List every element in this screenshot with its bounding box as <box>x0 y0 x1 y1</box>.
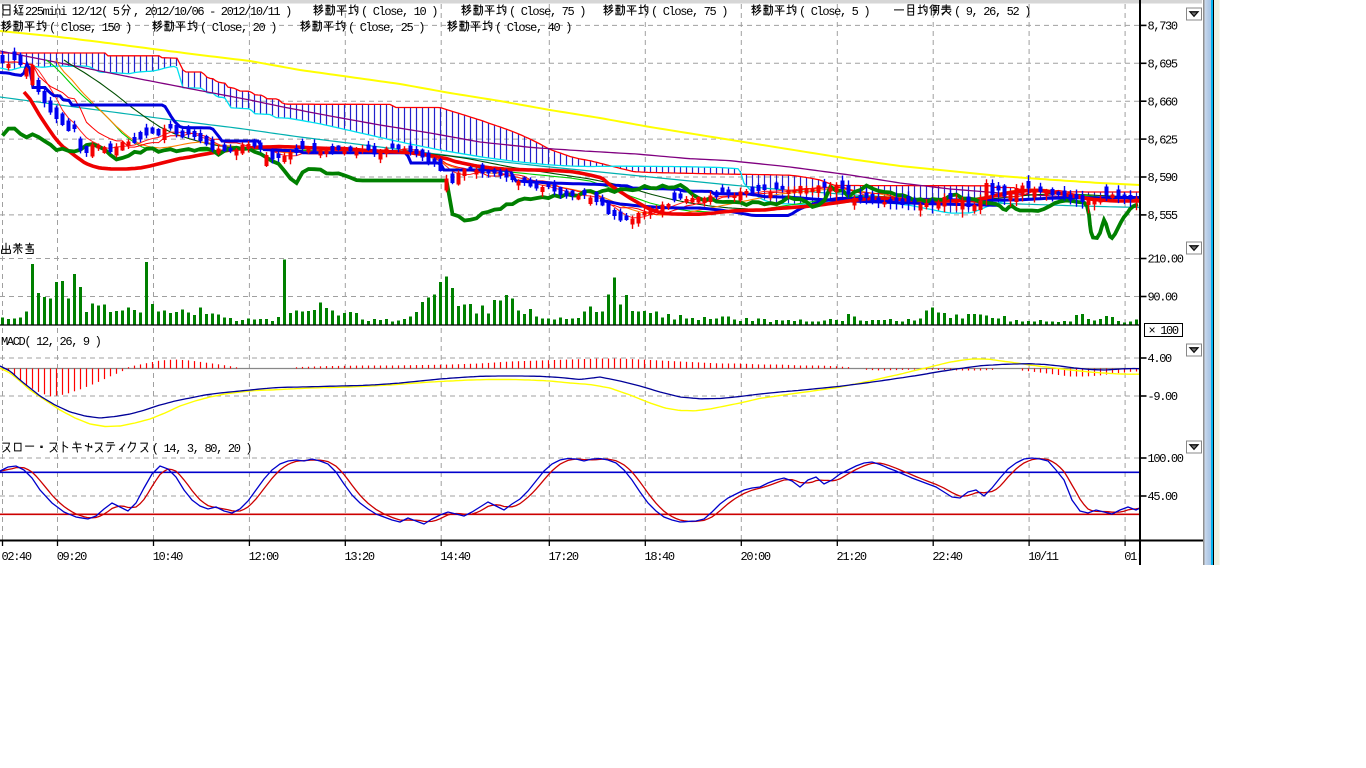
svg-text:( Close, 75 ): ( Close, 75 ) <box>651 5 727 19</box>
svg-text:( 14, 3, 80, 20 ): ( 14, 3, 80, 20 ) <box>152 442 252 456</box>
svg-text:8,625: 8,625 <box>1148 133 1178 147</box>
svg-text:( Close, 40 ): ( Close, 40 ) <box>495 21 571 35</box>
svg-text:4.00: 4.00 <box>1148 352 1173 366</box>
svg-text:10/11: 10/11 <box>1028 550 1058 564</box>
svg-text:20:00: 20:00 <box>741 550 771 564</box>
svg-text:8,555: 8,555 <box>1148 209 1178 223</box>
svg-text:( Close, 10 ): ( Close, 10 ) <box>361 5 437 19</box>
svg-text:45.00: 45.00 <box>1148 490 1178 504</box>
svg-text:14:40: 14:40 <box>440 550 470 564</box>
svg-text:13:20: 13:20 <box>345 550 375 564</box>
svg-text:( Close, 25 ): ( Close, 25 ) <box>348 21 424 35</box>
svg-text:8,730: 8,730 <box>1148 20 1178 34</box>
svg-text:( 9, 26, 52 ): ( 9, 26, 52 ) <box>954 5 1030 19</box>
svg-text:17:20: 17:20 <box>549 550 579 564</box>
svg-text:21:20: 21:20 <box>837 550 867 564</box>
svg-text:09:20: 09:20 <box>57 550 87 564</box>
svg-text:10:40: 10:40 <box>153 550 183 564</box>
svg-text:, 2012/10/06 - 2012/10/11 ): , 2012/10/06 - 2012/10/11 ) <box>133 5 291 19</box>
svg-text:8,590: 8,590 <box>1148 171 1178 185</box>
svg-text:( Close, 5 ): ( Close, 5 ) <box>799 5 869 19</box>
svg-text:( Close, 150 ): ( Close, 150 ) <box>49 21 131 35</box>
svg-text:22:40: 22:40 <box>932 550 962 564</box>
svg-text:( Close, 75 ): ( Close, 75 ) <box>509 5 585 19</box>
svg-text:02:40: 02:40 <box>2 550 32 564</box>
svg-text:( Close, 20 ): ( Close, 20 ) <box>200 21 276 35</box>
svg-text:225mini 12/12( 5: 225mini 12/12( 5 <box>25 5 120 19</box>
svg-text:18:40: 18:40 <box>645 550 675 564</box>
svg-text:MACD( 12, 26, 9 ): MACD( 12, 26, 9 ) <box>1 335 101 349</box>
svg-text:8,660: 8,660 <box>1148 95 1178 109</box>
svg-text:× 100: × 100 <box>1149 324 1179 338</box>
svg-text:12:00: 12:00 <box>249 550 279 564</box>
svg-text:-9.00: -9.00 <box>1148 390 1178 404</box>
svg-text:100.00: 100.00 <box>1148 452 1184 466</box>
svg-text:90.00: 90.00 <box>1148 291 1178 305</box>
svg-text:8,695: 8,695 <box>1148 58 1178 72</box>
svg-text:210.00: 210.00 <box>1148 253 1184 267</box>
